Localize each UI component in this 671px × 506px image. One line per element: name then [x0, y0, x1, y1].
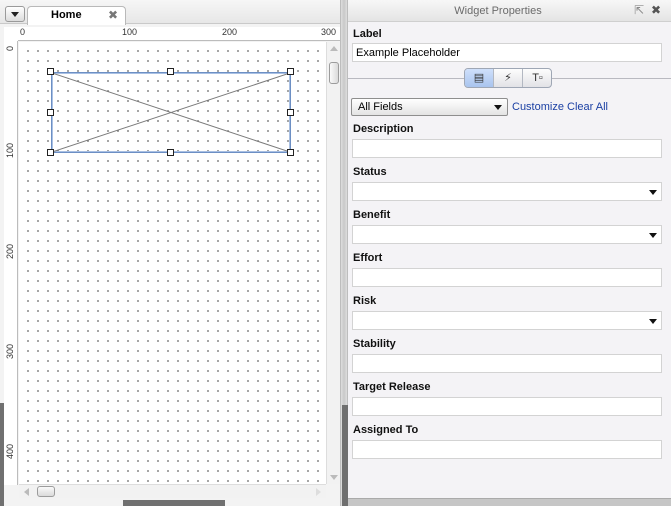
field-label-stability: Stability: [353, 338, 396, 350]
resize-handle-nw[interactable]: [47, 68, 54, 75]
chevron-down-icon: [649, 190, 657, 195]
widget-properties-panel: Widget Properties ⇱ ✖ Label Example Plac…: [348, 0, 671, 506]
field-label-risk: Risk: [353, 295, 377, 307]
panel-title-bar: Widget Properties ⇱ ✖: [348, 0, 671, 22]
properties-toolbar: ▤ ⚡ T▫: [464, 68, 552, 88]
app-window: Home ✖ 0 100 200 300 0 100 200 300 400 W…: [0, 0, 671, 506]
panel-bottom-edge: [348, 498, 671, 506]
horizontal-scroll-thumb[interactable]: [37, 486, 55, 497]
resize-handle-w[interactable]: [47, 109, 54, 116]
vertical-scroll-thumb[interactable]: [329, 62, 339, 84]
resize-handle-se[interactable]: [287, 149, 294, 156]
benefit-dropdown[interactable]: [352, 225, 662, 244]
tab-home-label: Home: [51, 9, 82, 21]
ruler-corner: [4, 27, 18, 41]
ruler-tick-label: 200: [5, 243, 15, 259]
label-heading: Label: [353, 28, 382, 40]
scroll-down-icon[interactable]: [330, 475, 338, 480]
ruler-tick-label: 0: [5, 45, 15, 51]
label-input-value: Example Placeholder: [356, 47, 460, 59]
resize-handle-ne[interactable]: [287, 68, 294, 75]
close-icon[interactable]: ✖: [651, 3, 661, 17]
chevron-down-icon: [494, 105, 502, 110]
panel-title: Widget Properties: [454, 5, 542, 17]
resize-handle-n[interactable]: [167, 68, 174, 75]
ruler-tick-label: 0: [20, 27, 26, 37]
ruler-tick-label: 200: [222, 27, 238, 37]
tab-menu-button[interactable]: [5, 6, 25, 22]
ruler-tick-label: 300: [5, 343, 15, 359]
chevron-down-icon: [649, 233, 657, 238]
close-tab-icon[interactable]: ✖: [108, 8, 118, 22]
label-input[interactable]: Example Placeholder: [352, 43, 662, 62]
ruler-tick-label: 100: [5, 142, 15, 158]
placeholder-cross-icon: [52, 73, 290, 152]
ruler-tick-label: 100: [122, 27, 138, 37]
resize-handle-sw[interactable]: [47, 149, 54, 156]
description-field[interactable]: [352, 139, 662, 158]
field-label-effort: Effort: [353, 252, 383, 264]
risk-dropdown[interactable]: [352, 311, 662, 330]
customize-link[interactable]: Customize: [512, 101, 564, 113]
field-label-status: Status: [353, 166, 387, 178]
effort-field[interactable]: [352, 268, 662, 287]
text-format-icon[interactable]: T▫: [523, 69, 551, 87]
vertical-ruler: 0 100 200 300 400: [4, 41, 18, 485]
horizontal-ruler: 0 100 200 300: [18, 27, 340, 41]
interactions-icon[interactable]: ⚡: [494, 69, 523, 87]
tab-bar: Home ✖: [0, 0, 346, 25]
target-release-field[interactable]: [352, 397, 662, 416]
chevron-down-icon: [11, 12, 19, 17]
assigned-to-field[interactable]: [352, 440, 662, 459]
resize-handle-e[interactable]: [287, 109, 294, 116]
properties-icon[interactable]: ▤: [465, 69, 494, 87]
placeholder-widget[interactable]: [51, 72, 291, 153]
popout-icon[interactable]: ⇱: [634, 3, 644, 17]
scroll-up-icon[interactable]: [330, 46, 338, 51]
clear-all-link[interactable]: Clear All: [567, 101, 608, 113]
ruler-tick-label: 400: [5, 443, 15, 459]
scroll-left-icon[interactable]: [24, 488, 29, 496]
status-dropdown[interactable]: [352, 182, 662, 201]
canvas-pane: Home ✖ 0 100 200 300 0 100 200 300 400: [0, 0, 346, 506]
vertical-scrollbar[interactable]: [326, 42, 340, 484]
fields-filter-select[interactable]: All Fields: [351, 98, 508, 116]
field-label-description: Description: [353, 123, 414, 135]
stability-field[interactable]: [352, 354, 662, 373]
ruler-tick-label: 300: [321, 27, 337, 37]
horizontal-scrollbar[interactable]: [19, 484, 326, 498]
bottom-pane-grip[interactable]: [123, 500, 225, 506]
resize-handle-s[interactable]: [167, 149, 174, 156]
fields-filter-value: All Fields: [358, 101, 403, 113]
field-label-assigned-to: Assigned To: [353, 424, 419, 436]
chevron-down-icon: [649, 319, 657, 324]
scroll-right-icon[interactable]: [316, 488, 321, 496]
left-edge-grip: [0, 403, 4, 506]
field-label-benefit: Benefit: [353, 209, 391, 221]
tab-home[interactable]: Home ✖: [27, 6, 126, 25]
field-label-target-release: Target Release: [353, 381, 431, 393]
